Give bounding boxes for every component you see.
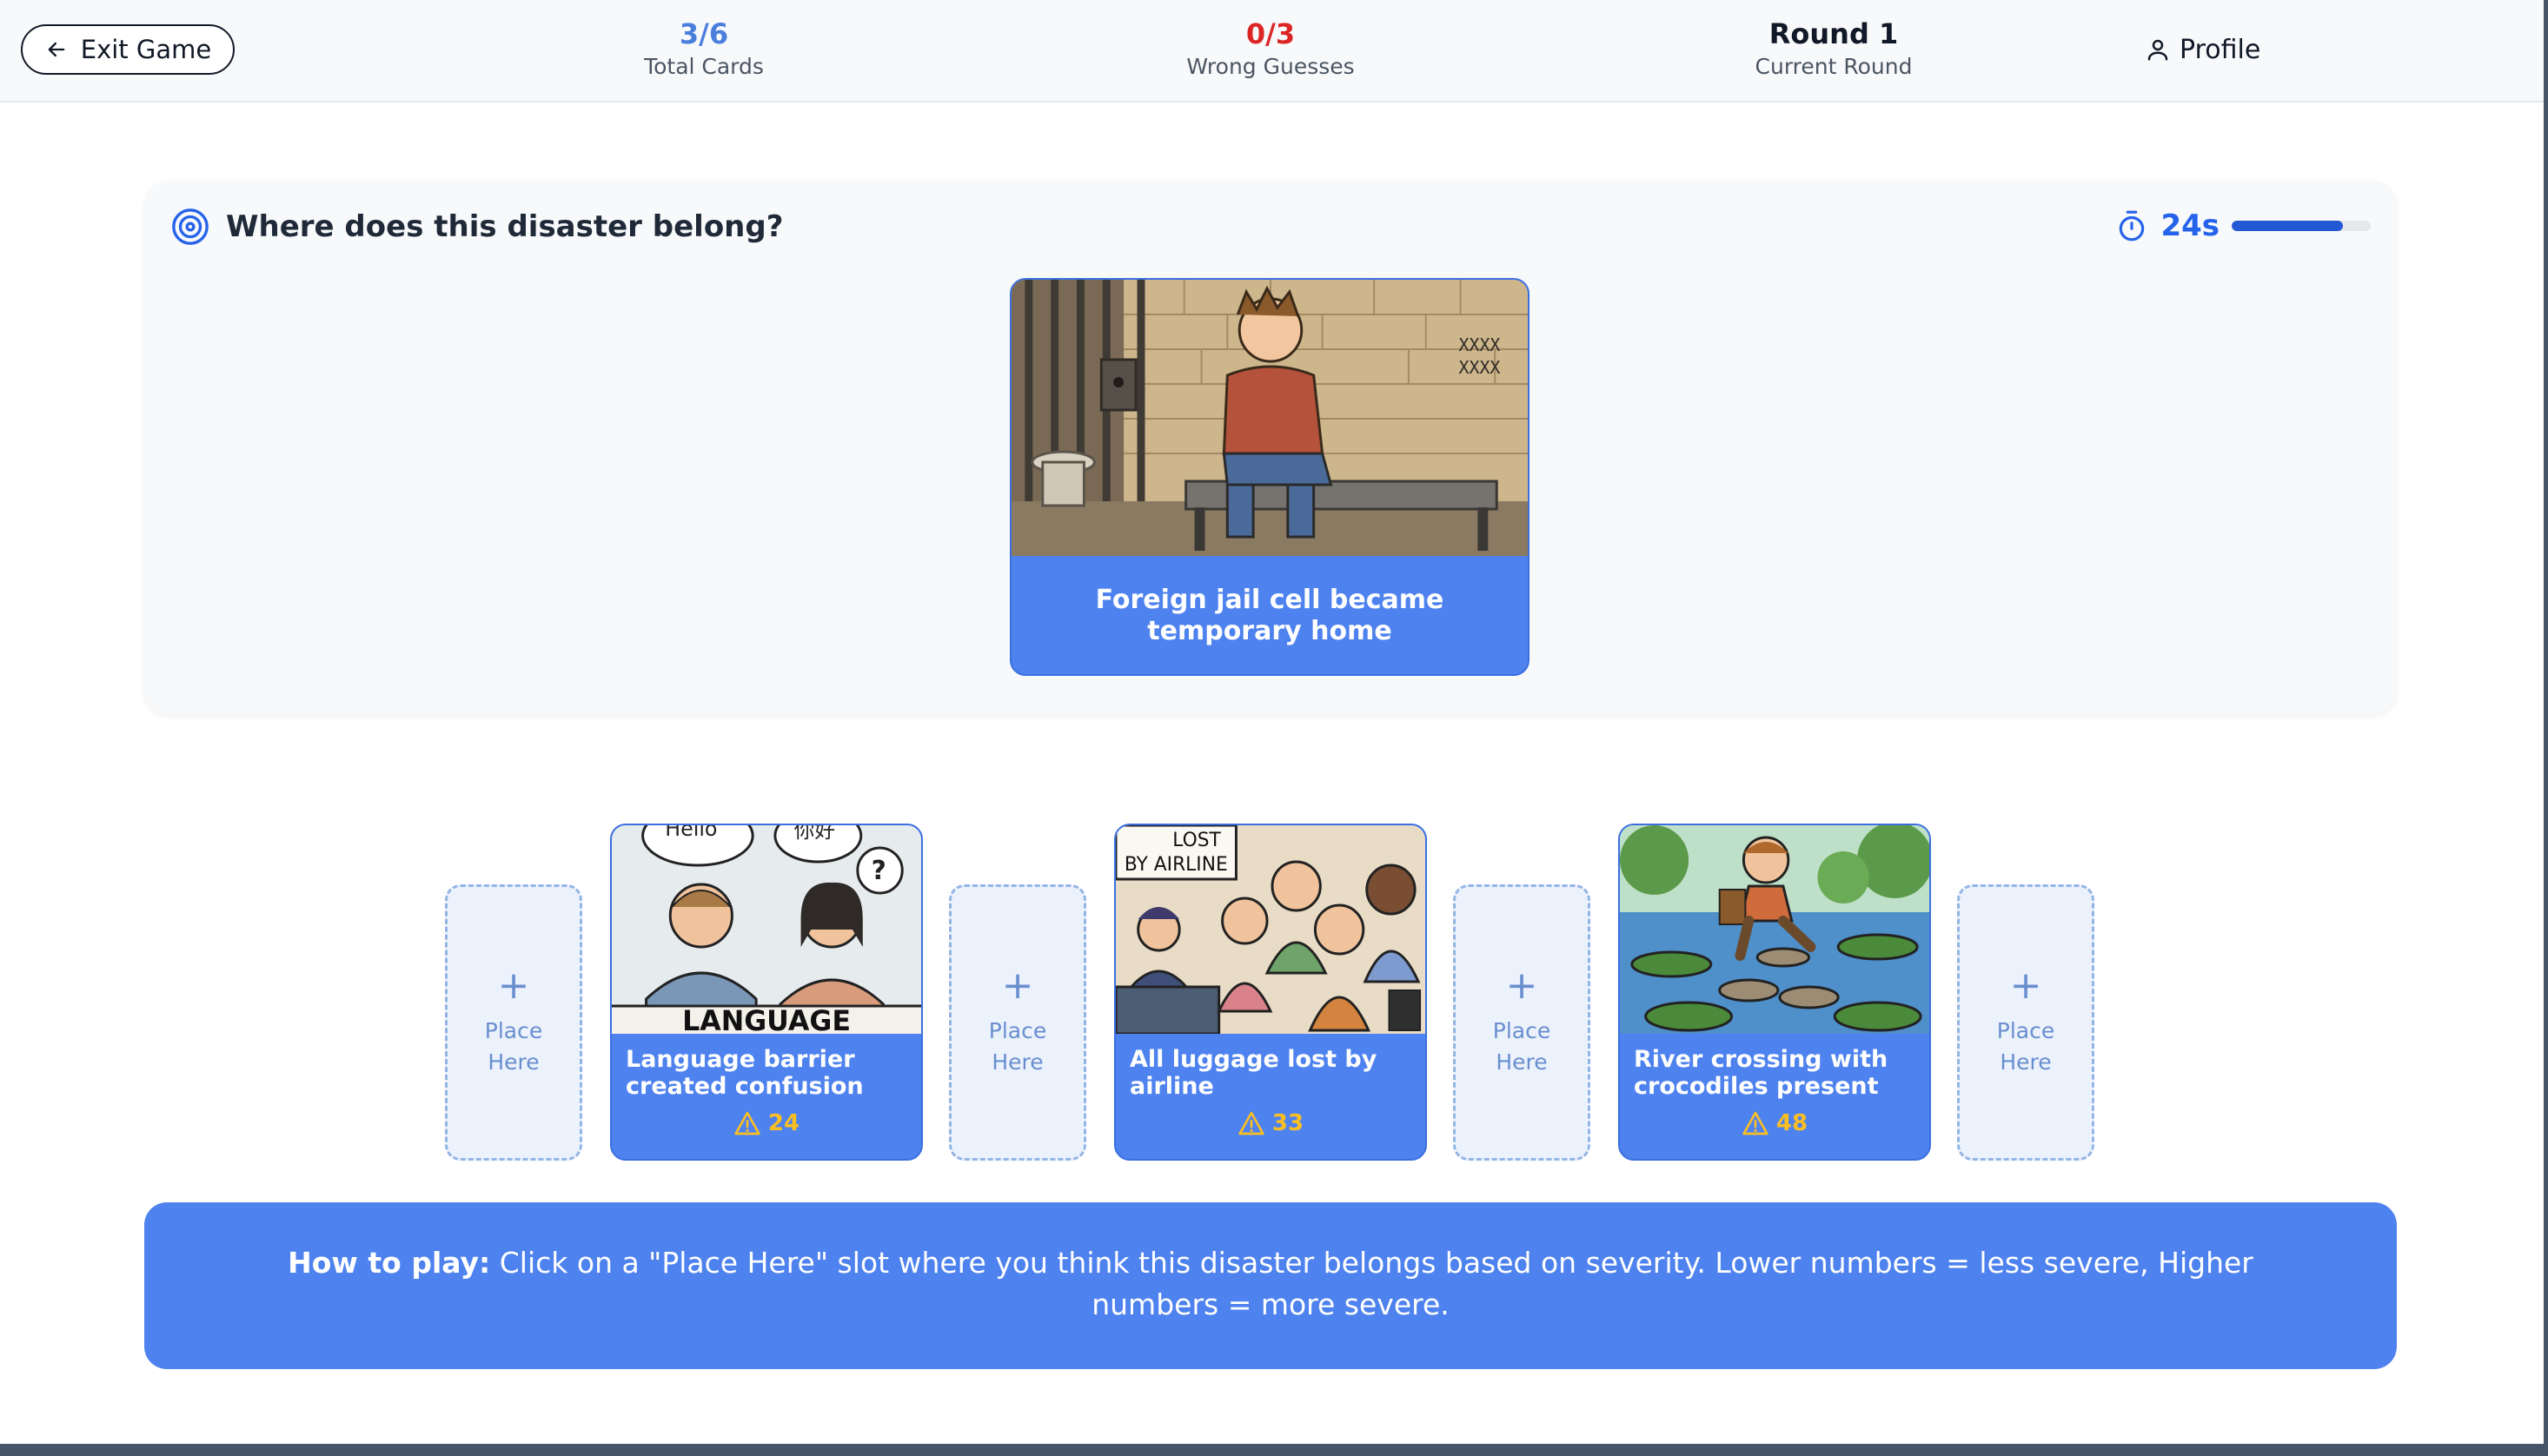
- warning-icon: [734, 1111, 760, 1135]
- timeline-card-2: LOST BY AIRLINE All luggage lost by airl…: [1114, 824, 1427, 1161]
- place-here-label: Place Here: [484, 1018, 543, 1075]
- timeline-card-3: River crossing with crocodiles present 4…: [1618, 824, 1931, 1161]
- wrong-guesses-value: 0/3: [1245, 17, 1296, 50]
- current-card-caption: Foreign jail cell became temporary home: [1095, 585, 1444, 646]
- how-to-play-text: Click on a "Place Here" slot where you t…: [499, 1246, 2253, 1321]
- total-cards-value: 3/6: [679, 17, 729, 50]
- plus-icon: +: [497, 963, 530, 1008]
- warning-icon: [1238, 1111, 1264, 1135]
- timeline-card-1-caption: Language barrier created confusion: [626, 1046, 864, 1100]
- how-to-play-lead: How to play:: [288, 1246, 491, 1280]
- timeline-card-2-score: 33: [1116, 1110, 1425, 1136]
- question-title: Where does this disaster belong?: [226, 209, 784, 244]
- target-icon: [172, 208, 209, 245]
- timeline-card-1-score: 24: [612, 1110, 921, 1136]
- plus-icon: +: [1001, 963, 1034, 1008]
- jail-cell-illustration: XXXX XXXX: [1012, 280, 1528, 556]
- stat-current-round: Round 1 Current Round: [1695, 16, 1973, 82]
- speech-hello: Hello: [665, 825, 717, 841]
- wall-tally-marks-2: XXXX: [1459, 358, 1501, 378]
- window-edge-bottom: [0, 1444, 2548, 1456]
- place-here-label: Place Here: [1996, 1018, 2055, 1075]
- timer-progress-fill: [2232, 221, 2343, 231]
- place-here-label: Place Here: [1492, 1018, 1551, 1075]
- place-here-slot-2[interactable]: + Place Here: [949, 884, 1086, 1161]
- total-cards-label: Total Cards: [644, 54, 764, 79]
- arrow-left-icon: [48, 42, 65, 57]
- stat-total-cards: 3/6 Total Cards: [565, 16, 843, 82]
- speech-question: ?: [872, 856, 886, 886]
- how-to-play-banner: How to play: Click on a "Place Here" slo…: [144, 1202, 2397, 1369]
- current-round-label: Current Round: [1755, 54, 1913, 79]
- place-here-label: Place Here: [988, 1018, 1047, 1075]
- warning-icon: [1742, 1111, 1768, 1135]
- wrong-guesses-label: Wrong Guesses: [1186, 54, 1355, 79]
- sign-lost: LOST: [1172, 830, 1221, 851]
- speech-nihao: 你好: [794, 825, 835, 843]
- stopwatch-icon: [2120, 210, 2145, 242]
- language-barrier-illustration: Hello 你好 ? LANGUAGE: [612, 825, 921, 1034]
- timeline-card-3-caption: River crossing with crocodiles present: [1634, 1046, 1888, 1100]
- plus-icon: +: [2009, 963, 2042, 1008]
- timeline-card-3-score: 48: [1620, 1110, 1929, 1136]
- place-here-slot-4[interactable]: + Place Here: [1957, 884, 2094, 1161]
- timer: 24s: [2115, 208, 2371, 243]
- current-round-value: Round 1: [1768, 17, 1899, 50]
- severity-score: 33: [1271, 1110, 1304, 1136]
- user-icon: [2147, 39, 2168, 61]
- question-panel: Where does this disaster belong? 24s XXX…: [144, 181, 2397, 714]
- plus-icon: +: [1505, 963, 1538, 1008]
- current-disaster-card: XXXX XXXX Foreign jail cell became tempo…: [1010, 278, 1529, 676]
- place-here-slot-3[interactable]: + Place Here: [1453, 884, 1590, 1161]
- exit-game-button[interactable]: Exit Game: [21, 24, 235, 75]
- timer-seconds: 24s: [2160, 208, 2220, 243]
- profile-button[interactable]: Profile: [2145, 31, 2260, 68]
- lost-luggage-illustration: LOST BY AIRLINE: [1116, 825, 1425, 1034]
- severity-score: 48: [1775, 1110, 1808, 1136]
- place-here-slot-1[interactable]: + Place Here: [445, 884, 582, 1161]
- profile-label: Profile: [2180, 34, 2261, 65]
- language-sign: LANGUAGE: [682, 1004, 851, 1034]
- stat-wrong-guesses: 0/3 Wrong Guesses: [1131, 16, 1410, 82]
- exit-game-label: Exit Game: [80, 35, 212, 64]
- timeline-card-2-caption: All luggage lost by airline: [1130, 1046, 1377, 1100]
- question-header: Where does this disaster belong?: [170, 207, 783, 247]
- timer-progress-track: [2232, 221, 2371, 231]
- wall-tally-marks-1: XXXX: [1459, 335, 1501, 355]
- severity-score: 24: [767, 1110, 800, 1136]
- top-bar: Exit Game 3/6 Total Cards 0/3 Wrong Gues…: [0, 0, 2544, 103]
- sign-by-airline: BY AIRLINE: [1125, 854, 1228, 876]
- window-edge-right: [2544, 0, 2548, 1456]
- crocodile-river-illustration: [1620, 825, 1929, 1034]
- timeline-card-1: Hello 你好 ? LANGUAGE Language barrier cre…: [610, 824, 923, 1161]
